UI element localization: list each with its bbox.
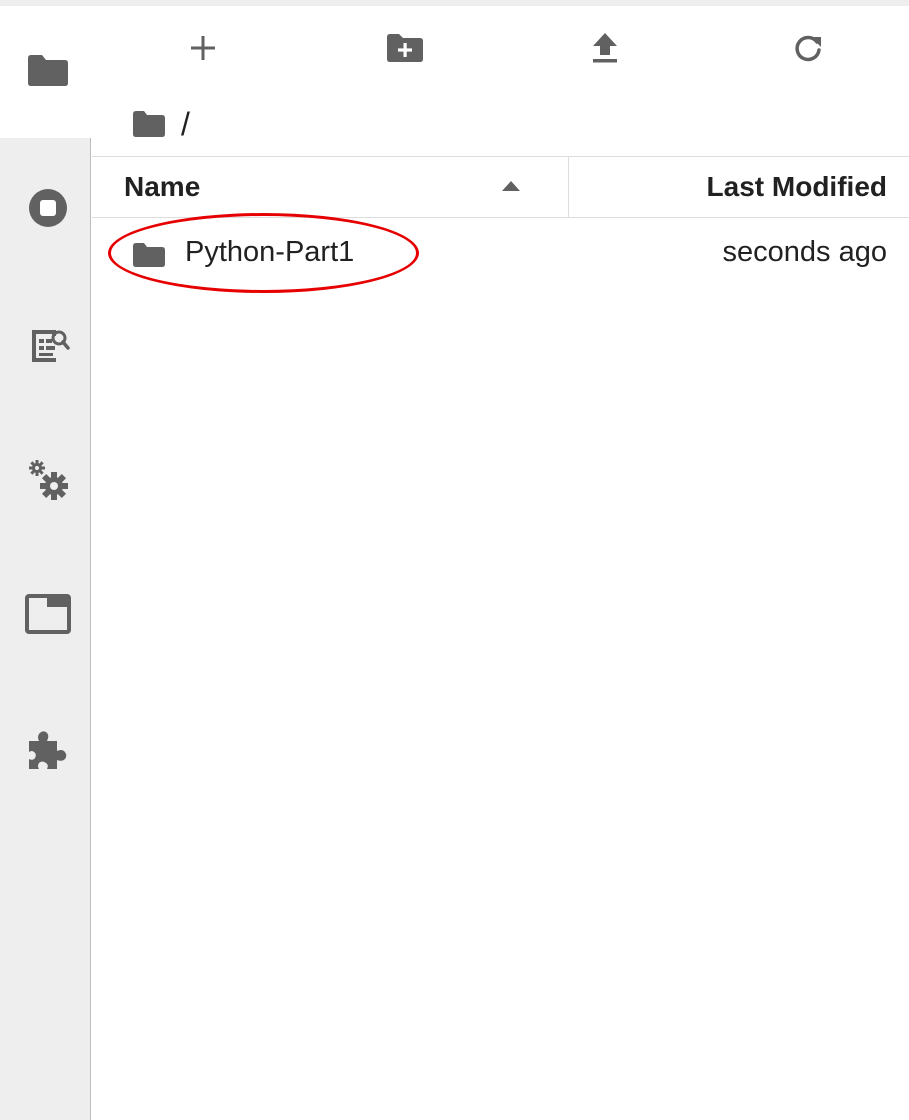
gears-icon xyxy=(29,460,68,500)
sort-ascending-icon xyxy=(502,181,520,191)
new-folder-button[interactable] xyxy=(381,24,429,72)
sidebar-item-extension-manager[interactable] xyxy=(22,724,74,776)
plus-icon xyxy=(191,36,215,60)
item-name: Python-Part1 xyxy=(185,236,355,268)
sidebar-item-file-browser[interactable] xyxy=(22,44,74,96)
property-inspector-icon xyxy=(32,330,70,362)
breadcrumb-separator: / xyxy=(181,106,190,142)
top-strip xyxy=(0,0,909,6)
file-list-header: Name Last Modified xyxy=(92,156,909,218)
column-name-label: Name xyxy=(124,171,201,202)
sidebar-item-property-inspector[interactable] xyxy=(22,318,74,370)
new-folder-icon xyxy=(387,34,423,62)
refresh-icon xyxy=(795,35,821,62)
left-sidebar xyxy=(0,6,92,1120)
column-header-last-modified[interactable]: Last Modified xyxy=(569,157,909,217)
upload-button[interactable] xyxy=(581,24,629,72)
sidebar-item-running-terminals[interactable] xyxy=(22,182,74,234)
puzzle-piece-icon xyxy=(29,731,67,769)
sidebar-item-open-tabs[interactable] xyxy=(22,588,74,640)
breadcrumb: / xyxy=(131,104,190,144)
new-launcher-button[interactable] xyxy=(179,24,227,72)
file-list-item[interactable]: Python-Part1 seconds ago xyxy=(92,222,909,286)
refresh-button[interactable] xyxy=(784,24,832,72)
folder-icon xyxy=(133,243,165,267)
upload-icon xyxy=(593,33,617,63)
column-header-name[interactable]: Name xyxy=(92,157,569,217)
folder-icon xyxy=(28,55,68,86)
breadcrumb-home-icon[interactable] xyxy=(131,109,167,139)
column-last-modified-label: Last Modified xyxy=(706,171,887,202)
item-last-modified: seconds ago xyxy=(722,236,887,268)
stop-circle-icon xyxy=(29,189,67,227)
file-browser-window: / Name Last Modified Python-Part1 second… xyxy=(0,0,909,1120)
sidebar-item-command-palette[interactable] xyxy=(22,454,74,506)
tabs-icon xyxy=(25,594,71,634)
